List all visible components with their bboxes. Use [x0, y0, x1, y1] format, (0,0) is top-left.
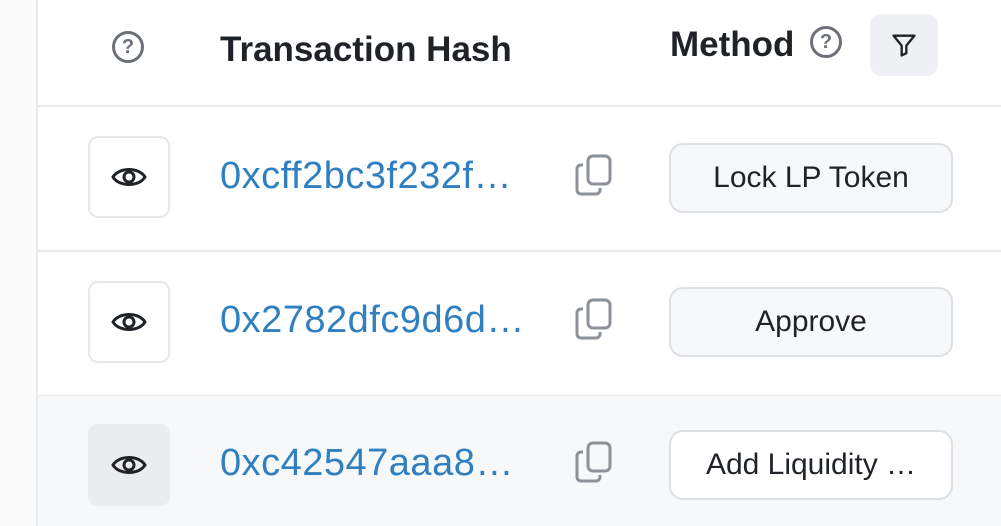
help-circle-icon[interactable]: ? [112, 31, 144, 63]
filter-icon [892, 34, 916, 57]
copy-icon[interactable] [574, 440, 614, 484]
method-badge: Approve [669, 287, 953, 357]
eye-icon [111, 168, 147, 186]
table-header: ? Transaction Hash Method ? [38, 0, 1001, 107]
table-row: 0xcff2bc3f232f… Lock LP Token [38, 107, 1001, 252]
left-gutter [0, 0, 38, 526]
method-help-icon[interactable]: ? [810, 26, 842, 58]
column-header-method: Method [670, 25, 795, 64]
view-details-button[interactable] [88, 281, 170, 363]
copy-icon[interactable] [574, 153, 614, 197]
eye-icon [111, 456, 147, 474]
transactions-table: ? Transaction Hash Method ? 0xcff2bc3f23… [38, 0, 1001, 526]
filter-button[interactable] [870, 14, 938, 76]
method-badge: Lock LP Token [669, 143, 953, 213]
copy-icon[interactable] [574, 297, 614, 341]
transaction-hash-link[interactable]: 0xcff2bc3f232f… [220, 155, 512, 198]
transaction-hash-link[interactable]: 0xc42547aaa8… [220, 442, 514, 485]
table-row: 0x2782dfc9d6d… Approve [38, 252, 1001, 397]
column-header-transaction-hash: Transaction Hash [220, 30, 512, 69]
view-details-button[interactable] [88, 424, 170, 506]
table-row: 0xc42547aaa8… Add Liquidity … [38, 396, 1001, 526]
transaction-hash-link[interactable]: 0x2782dfc9d6d… [220, 299, 525, 342]
eye-icon [111, 313, 147, 331]
method-badge: Add Liquidity … [669, 430, 953, 500]
transactions-page: ? Transaction Hash Method ? 0xcff2bc3f23… [0, 0, 1001, 526]
view-details-button[interactable] [88, 136, 170, 218]
